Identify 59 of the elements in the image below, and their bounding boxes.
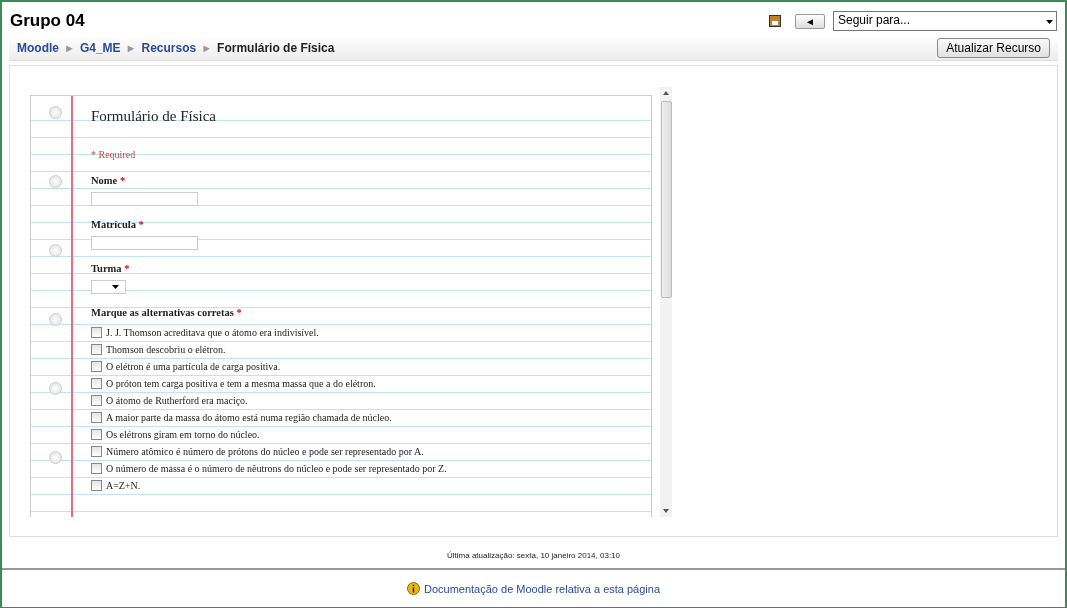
option-label: Número atômico é número de prótons do núcleo e pode ser representado por A.: [106, 446, 424, 457]
checkbox[interactable]: [91, 480, 102, 491]
breadcrumb-link[interactable]: Recursos: [141, 41, 197, 55]
input-field[interactable]: [91, 236, 198, 250]
breadcrumb-link[interactable]: G4_ME: [79, 41, 121, 55]
option-label: A=Z+N.: [106, 480, 141, 491]
input-field[interactable]: [91, 192, 198, 206]
form-title: Formulário de Física: [91, 108, 217, 126]
dropdown[interactable]: [91, 280, 126, 294]
option-label: A maior parte da massa do átomo está numa região chamada de núcleo.: [106, 412, 392, 423]
field-label: Matrícula: [91, 219, 136, 230]
ring-hole: [49, 175, 62, 188]
documentation-link[interactable]: Documentação de Moodle relativa a esta página: [423, 582, 660, 595]
option-label: O átomo de Rutherford era maciço.: [106, 395, 248, 406]
checkbox[interactable]: [91, 463, 102, 474]
info-icon: [406, 582, 420, 595]
checkbox[interactable]: [91, 395, 102, 406]
ring-hole: [49, 313, 62, 326]
page-title: Grupo 04: [10, 11, 85, 31]
scroll-up-icon[interactable]: [663, 91, 669, 95]
field-label: Marque as alternativas corretas: [91, 307, 234, 318]
field-label: Nome: [91, 175, 118, 186]
option-label: O número de massa é o número de nêutrons do núcleo e pode ser representado por Z.: [106, 463, 447, 474]
jump-select[interactable]: Seguir para...: [833, 11, 1057, 31]
checkbox[interactable]: [91, 446, 102, 457]
back-button[interactable]: ◄: [795, 13, 825, 29]
checkbox[interactable]: [91, 378, 102, 389]
checkbox[interactable]: [91, 361, 102, 372]
checkbox[interactable]: [91, 344, 102, 355]
checkbox[interactable]: [91, 412, 102, 423]
option-label: O elétron é uma partícula de carga positiva.: [106, 361, 281, 372]
required-note: * Required: [91, 148, 137, 162]
breadcrumb-separator: ►: [125, 42, 137, 54]
required-mark: *: [138, 219, 144, 230]
scrollbar[interactable]: [660, 87, 672, 517]
checkbox[interactable]: [91, 429, 102, 440]
field-label: Turma: [91, 263, 122, 274]
caret-icon: [1046, 20, 1053, 24]
breadcrumb-separator: ►: [64, 42, 75, 54]
ring-hole: [49, 106, 62, 119]
update-resource-button[interactable]: Atualizar Recurso: [937, 38, 1050, 58]
breadcrumb-link[interactable]: Moodle: [17, 41, 59, 55]
ring-hole: [49, 451, 62, 464]
breadcrumb-separator: ►: [201, 42, 213, 54]
option-label: Os elétrons giram em torno do núcleo.: [106, 429, 260, 440]
caret-icon: [112, 285, 119, 289]
ring-hole: [49, 382, 62, 395]
option-label: J. J. Thomson acreditava que o átomo era indivisível.: [106, 327, 319, 338]
ring-hole: [49, 244, 62, 257]
last-update-text: Última atualização: sexta, 10 janeiro 2014, 03:10: [446, 551, 621, 560]
dock-icon[interactable]: [769, 15, 782, 27]
scroll-down-icon[interactable]: [663, 509, 669, 513]
option-label: Thomson descobriu o elétron.: [106, 344, 226, 355]
checkbox[interactable]: [91, 327, 102, 338]
required-mark: *: [124, 263, 130, 274]
option-label: O próton tem carga positiva e tem a mesma massa que a do elétron.: [106, 378, 376, 389]
required-mark: *: [119, 175, 126, 186]
breadcrumb-current: Formulário de Física: [217, 41, 335, 55]
required-mark: *: [236, 307, 242, 318]
